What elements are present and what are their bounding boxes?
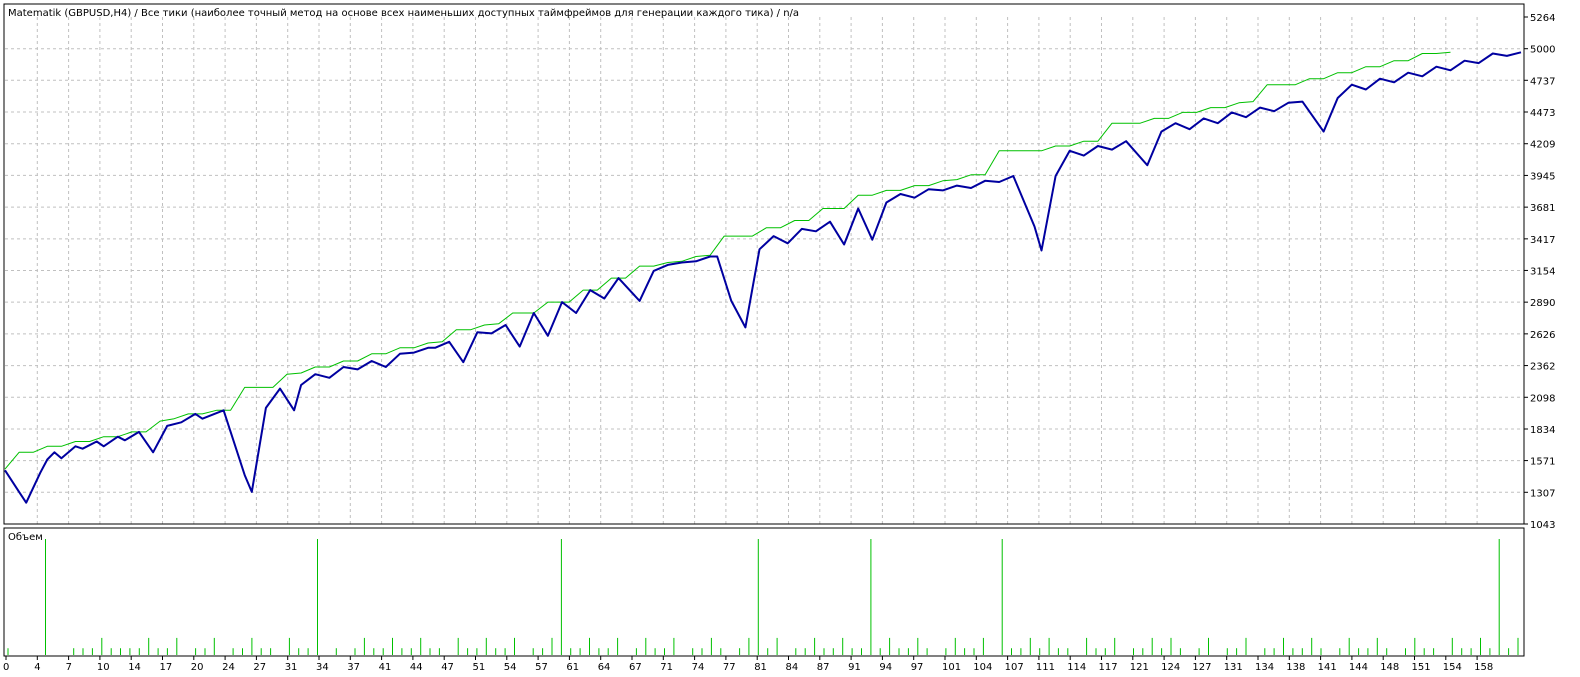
x-tick-label: 91: [848, 662, 861, 673]
x-tick-label: 17: [160, 662, 173, 673]
x-tick-label: 138: [1286, 662, 1305, 673]
x-tick-label: 158: [1474, 662, 1493, 673]
y-tick-label: 3681: [1530, 203, 1555, 214]
x-tick-label: 10: [97, 662, 110, 673]
x-tick-label: 47: [441, 662, 454, 673]
x-tick-label: 41: [379, 662, 392, 673]
y-tick-label: 1307: [1530, 488, 1555, 499]
x-tick-label: 67: [629, 662, 642, 673]
y-tick-label: 1043: [1530, 520, 1555, 531]
x-tick-label: 117: [1099, 662, 1118, 673]
x-tick-label: 127: [1192, 662, 1211, 673]
x-tick-label: 64: [598, 662, 611, 673]
y-tick-label: 5264: [1530, 13, 1555, 24]
x-tick-label: 144: [1349, 662, 1368, 673]
x-tick-label: 7: [66, 662, 72, 673]
chart-title: Matematik (GBPUSD,H4) / Все тики (наибол…: [8, 8, 799, 19]
chart-background: [0, 0, 1580, 677]
x-tick-label: 51: [473, 662, 486, 673]
x-tick-label: 31: [285, 662, 298, 673]
x-tick-label: 94: [879, 662, 892, 673]
strategy-tester-chart: Matematik (GBPUSD,H4) / Все тики (наибол…: [0, 0, 1580, 677]
y-tick-label: 3417: [1530, 235, 1555, 246]
x-tick-label: 84: [786, 662, 799, 673]
x-tick-label: 114: [1067, 662, 1086, 673]
x-tick-label: 87: [817, 662, 830, 673]
x-tick-label: 61: [566, 662, 579, 673]
x-tick-label: 37: [347, 662, 360, 673]
y-tick-label: 4209: [1530, 140, 1555, 151]
x-tick-label: 34: [316, 662, 329, 673]
x-tick-label: 148: [1380, 662, 1399, 673]
y-tick-label: 1834: [1530, 425, 1555, 436]
y-tick-label: 4737: [1530, 76, 1555, 87]
x-tick-label: 141: [1318, 662, 1337, 673]
x-tick-label: 20: [191, 662, 204, 673]
y-tick-label: 2890: [1530, 298, 1555, 309]
x-tick-label: 121: [1130, 662, 1149, 673]
y-tick-label: 2098: [1530, 393, 1555, 404]
x-tick-label: 131: [1224, 662, 1243, 673]
x-tick-label: 27: [253, 662, 266, 673]
x-tick-label: 97: [911, 662, 924, 673]
x-tick-label: 101: [942, 662, 961, 673]
x-tick-label: 74: [692, 662, 705, 673]
x-tick-label: 154: [1443, 662, 1462, 673]
x-tick-label: 44: [410, 662, 423, 673]
x-tick-label: 104: [973, 662, 992, 673]
y-tick-label: 1571: [1530, 457, 1555, 468]
y-tick-label: 3945: [1530, 171, 1555, 182]
x-tick-label: 77: [723, 662, 736, 673]
x-tick-label: 24: [222, 662, 235, 673]
x-tick-label: 124: [1161, 662, 1180, 673]
x-tick-label: 4: [34, 662, 40, 673]
x-tick-label: 54: [504, 662, 517, 673]
x-tick-label: 107: [1005, 662, 1024, 673]
x-tick-label: 57: [535, 662, 548, 673]
volume-label: Объем: [8, 532, 43, 543]
y-tick-label: 2626: [1530, 330, 1555, 341]
x-tick-label: 14: [128, 662, 141, 673]
x-tick-label: 111: [1036, 662, 1055, 673]
x-tick-label: 0: [3, 662, 9, 673]
y-tick-label: 2362: [1530, 362, 1555, 373]
y-tick-label: 3154: [1530, 266, 1555, 277]
y-tick-label: 5000: [1530, 45, 1555, 56]
x-tick-label: 151: [1412, 662, 1431, 673]
x-tick-label: 134: [1255, 662, 1274, 673]
x-tick-label: 81: [754, 662, 767, 673]
x-tick-label: 71: [660, 662, 673, 673]
y-tick-label: 4473: [1530, 108, 1555, 119]
